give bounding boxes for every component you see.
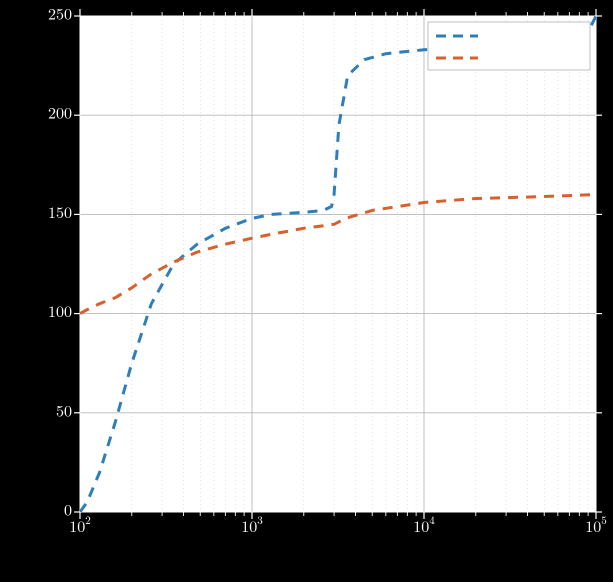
plot-area: [80, 16, 596, 512]
y-axis-ticks: 0 50 100 150 200 250: [48, 1, 72, 520]
y-tick-100: 100: [48, 299, 72, 322]
y-tick-150: 150: [48, 200, 72, 223]
svg-text:103: 103: [241, 513, 263, 537]
x-tick-1e2: 102: [69, 513, 91, 537]
svg-text:104: 104: [413, 513, 435, 537]
impedance-chart: 0 50 100 150 200 250 102 103 104 105 Fre…: [0, 0, 613, 582]
legend: Exp. Data Estimated: [428, 22, 590, 70]
x-tick-1e3: 103: [241, 513, 263, 537]
x-tick-1e4: 104: [413, 513, 435, 537]
legend-label-est: Estimated: [485, 45, 557, 68]
svg-text:|Zb| (Ω): |Zb| (Ω): [12, 237, 36, 292]
chart-svg: 0 50 100 150 200 250 102 103 104 105 Fre…: [0, 0, 613, 582]
y-tick-50: 50: [56, 398, 72, 421]
x-axis-label: Frequency (Hz): [281, 546, 394, 567]
y-tick-200: 200: [48, 101, 72, 124]
x-axis-ticks: 102 103 104 105: [69, 513, 607, 537]
y-tick-250: 250: [48, 1, 72, 24]
svg-text:102: 102: [69, 513, 91, 537]
svg-text:105: 105: [585, 513, 607, 537]
y-axis-label: |Zb| (Ω): [12, 237, 36, 292]
legend-label-exp: Exp. Data: [485, 23, 557, 46]
x-tick-1e5: 105: [585, 513, 607, 537]
